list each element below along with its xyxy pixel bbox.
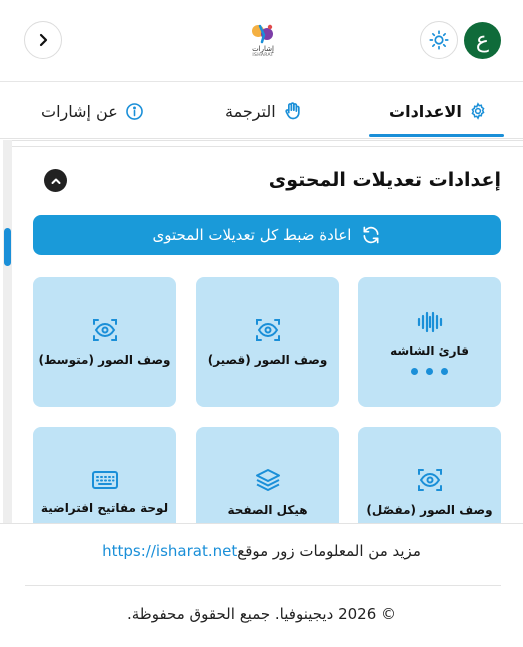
keyboard-icon xyxy=(91,471,118,489)
reset-all-label: اعادة ضبط كل تعديلات المحتوى xyxy=(152,226,352,244)
footer-copyright: © 2026 ديجينوفيا. جميع الحقوق محفوظة. xyxy=(126,605,397,623)
card-page-structure[interactable]: هيكل الصفحة xyxy=(196,427,339,523)
card-virtual-keyboard[interactable]: لوحة مفاتيح افتراضية xyxy=(33,427,176,523)
logo: إشارات ISHARAT xyxy=(242,19,284,61)
refresh-icon xyxy=(363,226,379,244)
logo-hand-icon xyxy=(252,24,273,43)
eye-scan-icon xyxy=(417,469,442,491)
chevron-up-icon xyxy=(51,178,60,184)
collapse-section-button[interactable] xyxy=(44,169,67,192)
card-image-description-detailed-label: وصف الصور (مفصّل) xyxy=(366,503,493,517)
soundwave-icon xyxy=(417,311,442,332)
header: ع إشارات ISHARAT xyxy=(0,0,523,82)
card-image-description-medium-label: وصف الصور (متوسط) xyxy=(38,353,171,367)
footer-more-info-text: مزيد من المعلومات زور موقع xyxy=(237,542,421,560)
card-image-description-short-label: وصف الصور (قصير) xyxy=(207,353,328,367)
card-page-structure-label: هيكل الصفحة xyxy=(227,503,308,517)
tab-settings[interactable]: الاعدادات xyxy=(389,99,487,123)
card-virtual-keyboard-label: لوحة مفاتيح افتراضية xyxy=(40,501,169,515)
tab-about[interactable]: عن إشارات xyxy=(41,99,144,123)
back-button[interactable] xyxy=(24,21,62,59)
info-icon xyxy=(125,102,143,120)
logo-text: إشارات xyxy=(252,44,274,53)
tab-translation[interactable]: الترجمة xyxy=(225,99,303,123)
card-more-options[interactable] xyxy=(411,367,448,375)
tab-translation-label: الترجمة xyxy=(225,101,276,121)
sun-icon xyxy=(429,30,449,50)
footer-divider xyxy=(25,585,501,586)
cards-row-2-clip: وصف الصور (مفصّل) هيكل الصفحة لوحة مفاتي… xyxy=(0,427,523,523)
card-image-description-medium[interactable]: وصف الصور (متوسط) xyxy=(33,277,176,407)
logo-subtext: ISHARAT xyxy=(252,52,274,58)
theme-toggle-button[interactable] xyxy=(420,21,458,59)
layers-icon xyxy=(255,469,280,491)
scrollbar-thumb[interactable] xyxy=(4,228,11,266)
dot-icon xyxy=(441,367,448,375)
reset-all-button[interactable]: اعادة ضبط كل تعديلات المحتوى xyxy=(33,215,501,255)
panel-bottom-divider xyxy=(0,523,523,524)
footer-more-info: مزيد من المعلومات زور موقعhttps://ishara… xyxy=(0,542,523,560)
tab-about-label: عن إشارات xyxy=(41,101,118,121)
language-button[interactable]: ع xyxy=(464,22,501,59)
dot-icon xyxy=(411,367,418,375)
card-screen-reader[interactable]: قارئ الشاشه xyxy=(358,277,501,407)
tab-settings-label: الاعدادات xyxy=(389,101,462,121)
chevron-right-icon xyxy=(39,33,48,47)
section-title: إعدادات تعديلات المحتوى xyxy=(268,169,501,191)
gear-icon xyxy=(471,102,485,120)
language-label: ع xyxy=(475,28,490,53)
footer-website-link[interactable]: https://isharat.net xyxy=(102,542,237,560)
card-image-description-short[interactable]: وصف الصور (قصير) xyxy=(196,277,339,407)
hand-icon xyxy=(285,102,300,120)
card-image-description-detailed[interactable]: وصف الصور (مفصّل) xyxy=(358,427,501,523)
active-tab-indicator xyxy=(369,134,504,137)
card-screen-reader-label: قارئ الشاشه xyxy=(390,343,469,358)
tab-bar: الاعدادات الترجمة عن إشارات xyxy=(0,83,523,139)
eye-scan-icon xyxy=(255,319,280,341)
dot-icon xyxy=(426,367,433,375)
eye-scan-icon xyxy=(92,319,117,341)
